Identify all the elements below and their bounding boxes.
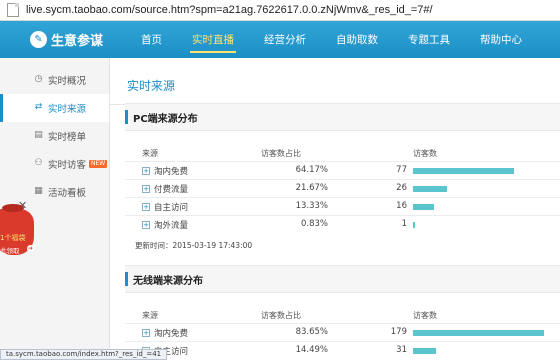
column-header-visitors: 访客数 — [413, 311, 437, 320]
row-divider — [125, 341, 560, 342]
visitor-count: 31 — [396, 345, 407, 355]
expand-icon[interactable]: + — [142, 185, 150, 193]
column-header-visitors: 访客数 — [413, 149, 437, 158]
expand-icon[interactable]: + — [142, 329, 150, 337]
sidebar-item-ranking[interactable]: ▤ 实时榜单 — [0, 122, 109, 150]
nav-item-data-fetch[interactable]: 自助取数 — [321, 21, 393, 58]
page-title: 实时来源 — [127, 79, 176, 93]
table-row-source[interactable]: + 淘内免费 — [142, 327, 188, 339]
expand-icon[interactable]: + — [142, 203, 150, 211]
update-time: 更新时间：2015-03-19 17:43:00 — [135, 241, 253, 250]
promo-line1: 1个福袋 — [0, 234, 26, 242]
column-header-share: 访客数占比 — [261, 311, 301, 320]
share-value: 13.33% — [295, 201, 328, 211]
arrow-right-icon[interactable]: ➔ — [27, 245, 34, 252]
ranking-icon: ▤ — [34, 130, 43, 140]
visitor-count: 26 — [396, 183, 407, 193]
visitor-bar — [413, 186, 447, 192]
share-value: 64.17% — [295, 165, 328, 175]
source-label: 淘外流量 — [154, 221, 189, 231]
visitor-bar — [413, 330, 544, 336]
sidebar-item-visitors[interactable]: ⚇ 实时访客 NEW — [0, 150, 109, 178]
promo-line2: 此领取 — [0, 247, 20, 255]
row-divider — [125, 197, 560, 198]
nav-item-home[interactable]: 首页 — [126, 21, 177, 58]
share-value: 21.67% — [295, 183, 328, 193]
visitor-icon: ⚇ — [34, 158, 43, 168]
sidebar-item-label: 实时来源 — [48, 104, 87, 115]
row-divider — [125, 323, 560, 324]
sidebar-item-label: 实时概况 — [48, 76, 87, 87]
table-row-source[interactable]: + 淘内免费 — [142, 165, 188, 177]
logo-text: 生意参谋 — [51, 34, 104, 49]
browser-address-bar[interactable]: live.sycm.taobao.com/source.htm?spm=a21a… — [0, 0, 560, 21]
main-nav: 首页 实时直播 经营分析 自助取数 专题工具 帮助中心 — [126, 21, 537, 58]
row-divider — [125, 161, 560, 162]
activity-icon: ▦ — [34, 186, 43, 196]
source-label: 淘内免费 — [154, 167, 189, 177]
visitor-bar — [413, 168, 514, 174]
status-bar-url: ta.sycm.taobao.com/index.htm?_res_id_=41 — [0, 349, 168, 360]
share-value: 14.49% — [295, 345, 328, 355]
visitor-count: 16 — [396, 201, 407, 211]
column-header-source: 来源 — [142, 311, 158, 320]
sidebar-item-activity[interactable]: ▦ 活动看板 — [0, 178, 109, 206]
source-label: 淘内免费 — [154, 329, 189, 339]
sidebar-item-label: 实时榜单 — [48, 132, 87, 143]
arrows-icon: ⇄ — [34, 102, 43, 112]
column-header-share: 访客数占比 — [261, 149, 301, 158]
visitor-count: 1 — [401, 219, 407, 229]
column-header-source: 来源 — [142, 149, 158, 158]
nav-item-tools[interactable]: 专题工具 — [393, 21, 465, 58]
nav-item-analysis[interactable]: 经营分析 — [249, 21, 321, 58]
row-divider — [125, 179, 560, 180]
visitor-count: 179 — [390, 327, 407, 337]
source-label: 自主访问 — [154, 203, 189, 213]
page-icon — [7, 3, 19, 17]
nav-item-help[interactable]: 帮助中心 — [465, 21, 537, 58]
table-row-source[interactable]: + 付费流量 — [142, 183, 188, 195]
promo-widget[interactable]: ✕ 1个福袋 此领取 ➔ — [0, 199, 40, 257]
mobile-section-heading: 无线端来源分布 — [125, 265, 560, 293]
table-row-source[interactable]: + 淘外流量 — [142, 219, 188, 231]
sidebar-item-overview[interactable]: ◷ 实时概况 — [0, 66, 109, 94]
top-header: ✎ 生意参谋 首页 实时直播 经营分析 自助取数 专题工具 帮助中心 — [0, 21, 560, 58]
pc-section-heading: PC端来源分布 — [125, 103, 560, 131]
share-value: 0.83% — [300, 219, 328, 229]
visitor-bar — [413, 348, 436, 354]
table-row-source[interactable]: + 自主访问 — [142, 201, 188, 213]
sidebar-item-label: 活动看板 — [48, 188, 87, 199]
clock-icon: ◷ — [34, 74, 43, 84]
expand-icon[interactable]: + — [142, 221, 150, 229]
sidebar-item-source[interactable]: ⇄ 实时来源 — [0, 94, 109, 122]
nav-item-realtime[interactable]: 实时直播 — [177, 21, 249, 58]
visitor-count: 77 — [396, 165, 407, 175]
logo-icon: ✎ — [30, 31, 47, 48]
share-value: 83.65% — [295, 327, 328, 337]
visitor-bar — [413, 204, 434, 210]
expand-icon[interactable]: + — [142, 167, 150, 175]
source-label: 付费流量 — [154, 185, 189, 195]
url-text[interactable]: live.sycm.taobao.com/source.htm?spm=a21a… — [26, 4, 433, 16]
new-badge: NEW — [89, 160, 108, 168]
sidebar-item-label: 实时访客 — [48, 160, 87, 171]
row-divider — [125, 215, 560, 216]
main-content: 实时来源 PC端来源分布 来源 访客数占比 访客数 + 淘内免费 64.17% 7… — [110, 58, 560, 360]
logo[interactable]: ✎ 生意参谋 — [30, 30, 120, 49]
visitor-bar — [413, 222, 415, 228]
